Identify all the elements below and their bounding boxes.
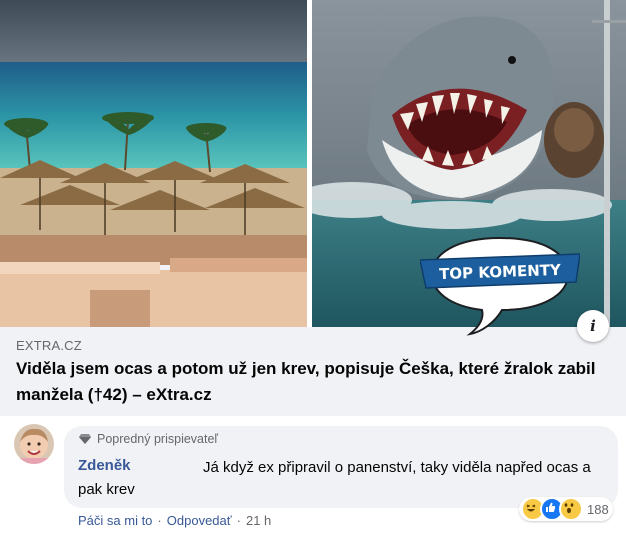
comment-bubble: Popredný prispievateľ Já když ex připrav…	[64, 426, 618, 508]
reply-link[interactable]: Odpovedať	[167, 513, 232, 528]
separator: ·	[236, 513, 241, 528]
comment-actions: Páči sa mi to · Odpovedať · 21 h	[78, 513, 271, 528]
comment-author[interactable]: Zdeněk	[78, 457, 131, 474]
comment-text: Já když ex připravil o panenství, taky v…	[78, 459, 591, 498]
avatar[interactable]	[14, 424, 54, 464]
preview-images[interactable]: TOP KOMENTY	[0, 0, 626, 336]
link-domain: EXTRA.CZ	[16, 338, 82, 353]
info-icon[interactable]: i	[577, 310, 609, 342]
beach-image	[0, 0, 307, 327]
wow-reaction-icon	[559, 497, 583, 521]
reaction-summary[interactable]: 188	[519, 497, 613, 521]
link-preview-card[interactable]: TOP KOMENTY i EXTRA.CZ Viděla jsem ocas …	[0, 0, 626, 416]
link-title[interactable]: Viděla jsem ocas a potom už jen krev, po…	[16, 356, 616, 408]
diamond-icon	[79, 434, 91, 444]
comment-time[interactable]: 21 h	[246, 513, 271, 528]
top-komenty-sticker: TOP KOMENTY	[420, 236, 580, 336]
top-contributor-badge: Popredný prispievateľ	[78, 432, 218, 446]
badge-label: Popredný prispievateľ	[97, 432, 219, 446]
like-link[interactable]: Páči sa mi to	[78, 513, 152, 528]
reaction-count: 188	[587, 501, 609, 517]
separator: ·	[157, 513, 162, 528]
